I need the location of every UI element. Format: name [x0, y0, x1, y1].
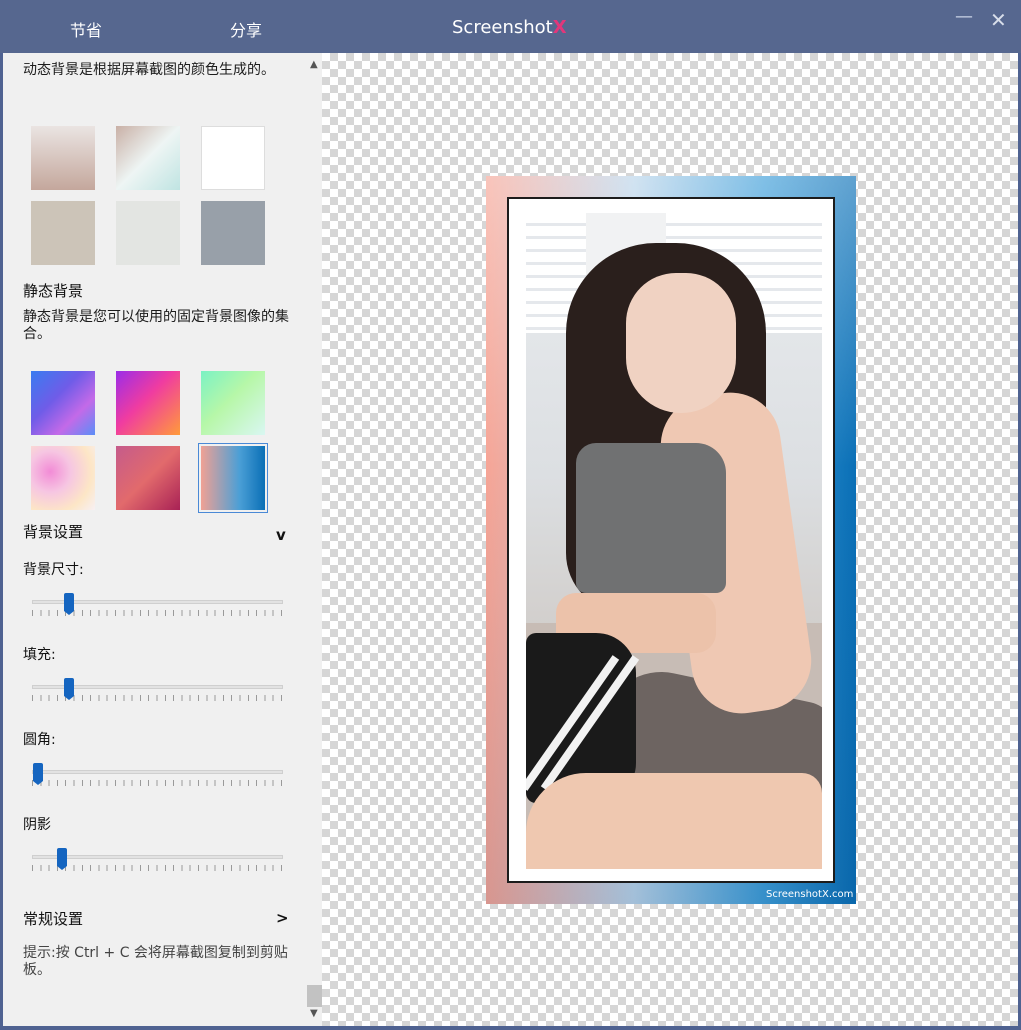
legs	[526, 773, 822, 869]
dynamic-swatch-2[interactable]	[116, 126, 180, 190]
static-swatch-3[interactable]	[201, 371, 265, 435]
slider-ticks	[32, 865, 283, 871]
shorts-stripe	[540, 655, 640, 791]
app-title-suffix: X	[552, 17, 567, 38]
save-button[interactable]: 节省	[70, 17, 102, 41]
padding-slider[interactable]	[32, 678, 283, 711]
dynamic-background-description: 动态背景是根据屏幕截图的颜色生成的。	[23, 62, 275, 78]
background-size-label: 背景尺寸:	[23, 562, 84, 578]
app-title: ScreenshotX	[452, 17, 567, 38]
watermark-text: ScreenshotX.com	[766, 889, 854, 900]
slider-thumb[interactable]	[33, 763, 43, 785]
shorts-stripe	[526, 655, 620, 791]
dynamic-swatch-3[interactable]	[201, 126, 265, 190]
dynamic-swatch-1[interactable]	[31, 126, 95, 190]
title-bar: 节省 分享 ScreenshotX — ✕	[0, 0, 1021, 53]
dynamic-swatch-4[interactable]	[31, 201, 95, 265]
slider-thumb[interactable]	[57, 848, 67, 870]
static-swatch-5[interactable]	[116, 446, 180, 510]
scroll-up-icon[interactable]: ▲	[310, 59, 318, 70]
static-swatch-1[interactable]	[31, 371, 95, 435]
slider-track	[32, 855, 283, 859]
screenshot-card	[507, 197, 835, 883]
slider-ticks	[32, 780, 283, 786]
static-swatch-6-selected[interactable]	[198, 443, 268, 513]
gray-top	[576, 443, 726, 593]
slider-thumb[interactable]	[64, 593, 74, 615]
static-swatch-4[interactable]	[31, 446, 95, 510]
background-size-slider[interactable]	[32, 593, 283, 626]
scrollbar-thumb[interactable]	[307, 985, 322, 1007]
share-button[interactable]: 分享	[230, 17, 262, 41]
chevron-down-icon[interactable]: v	[276, 526, 286, 544]
padding-label: 填充:	[23, 647, 56, 663]
dynamic-swatch-6[interactable]	[201, 201, 265, 265]
scroll-down-icon[interactable]: ▼	[310, 1008, 318, 1019]
chevron-right-icon[interactable]: >	[276, 909, 289, 927]
app-title-prefix: Screenshot	[452, 17, 553, 38]
face	[626, 273, 736, 413]
minimize-icon[interactable]: —	[955, 6, 973, 27]
corner-radius-label: 圆角:	[23, 732, 56, 748]
slider-thumb[interactable]	[64, 678, 74, 700]
background-frame: ScreenshotX.com	[486, 176, 856, 904]
screenshot-image	[526, 213, 822, 869]
shadow-slider[interactable]	[32, 848, 283, 881]
slider-track	[32, 770, 283, 774]
panel-scrollbar[interactable]: ▲ ▼	[307, 53, 322, 1026]
static-background-description: 静态背景是您可以使用的固定背景图像的集合。	[23, 309, 289, 342]
preview-canvas: ScreenshotX.com	[322, 53, 1018, 1026]
close-icon[interactable]: ✕	[990, 8, 1007, 32]
tip-text: 提示:按 Ctrl + C 会将屏幕截图复制到剪贴板。	[23, 945, 288, 978]
corner-radius-slider[interactable]	[32, 763, 283, 796]
static-background-heading: 静态背景	[23, 282, 84, 300]
static-swatch-2[interactable]	[116, 371, 180, 435]
general-settings-label[interactable]: 常规设置	[23, 908, 83, 929]
dynamic-swatch-5[interactable]	[116, 201, 180, 265]
settings-panel: 动态背景是根据屏幕截图的颜色生成的。 静态背景 静态背景是您可以使用的固定背景图…	[3, 53, 307, 1026]
background-settings-label[interactable]: 背景设置	[23, 521, 83, 542]
shadow-label: 阴影	[23, 817, 51, 833]
